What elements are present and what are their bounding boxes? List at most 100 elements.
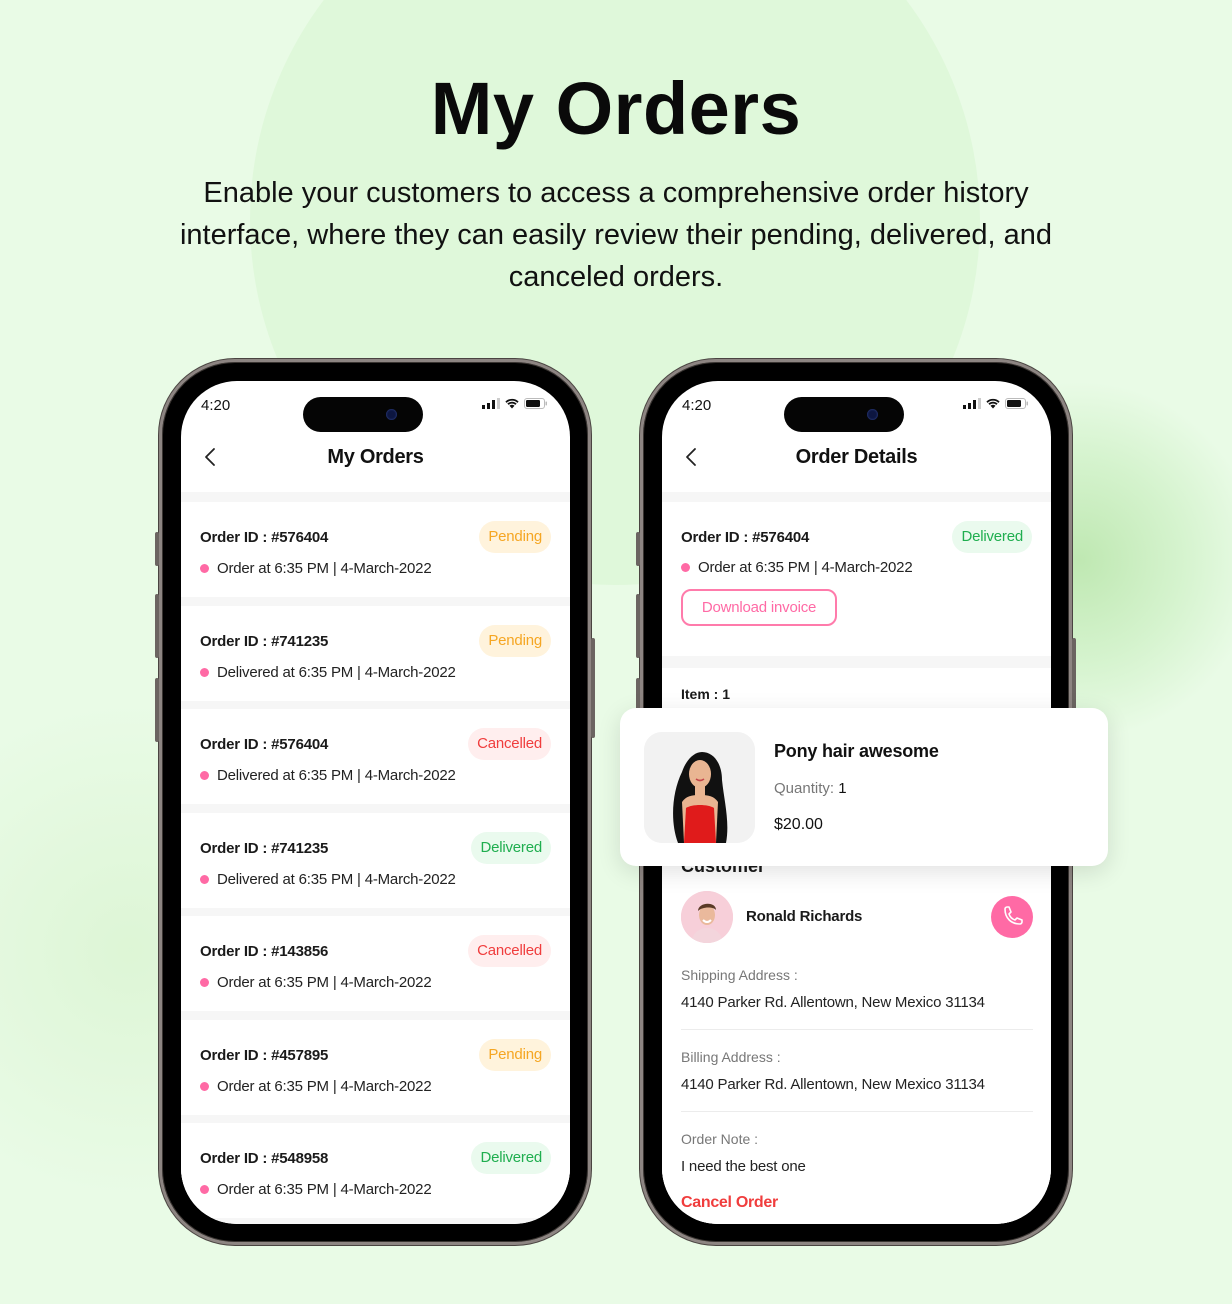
order-card[interactable]: Order ID : #741235 Delivered at 6:35 PM |…	[181, 812, 570, 908]
order-meta-text: Order at 6:35 PM | 4-March-2022	[217, 1181, 432, 1198]
status-dot	[200, 1081, 209, 1091]
status-dot	[200, 1185, 209, 1194]
order-card[interactable]: Order ID : #143856 Order at 6:35 PM | 4-M…	[181, 916, 570, 1011]
status-bar: 4:20	[181, 381, 570, 432]
status-dot	[200, 874, 209, 884]
power-button	[591, 638, 595, 738]
order-id: Order ID : #548958	[200, 1150, 329, 1167]
wifi-icon	[505, 398, 519, 409]
shipping-address-value: 4140 Parker Rd. Allentown, New Mexico 31…	[681, 994, 985, 1011]
quantity-label: Quantity:	[774, 780, 835, 797]
page-title: Order Details	[795, 446, 918, 468]
order-card[interactable]: Order ID : #576404 Delivered at 6:35 PM |…	[181, 709, 570, 804]
order-id: Order ID : #576404	[200, 736, 329, 753]
volume-up-button	[155, 594, 159, 658]
order-list: Order ID : #576404 Order at 6:35 PM | 4-M…	[181, 492, 570, 1224]
action-button	[155, 532, 159, 566]
status-badge: Pending	[479, 624, 551, 657]
signal-icon	[963, 398, 981, 409]
order-id: Order ID : #576404	[681, 529, 810, 546]
dynamic-island	[303, 397, 423, 432]
order-meta-text: Order at 6:35 PM | 4-March-2022	[217, 560, 432, 577]
order-meta: Order at 6:35 PM | 4-March-2022	[200, 1077, 432, 1095]
customer-row: Ronald Richards	[681, 891, 1033, 943]
billing-address-value: 4140 Parker Rd. Allentown, New Mexico 31…	[681, 1076, 985, 1093]
product-image	[644, 732, 755, 843]
order-meta-text: Order at 6:35 PM | 4-March-2022	[217, 1077, 432, 1095]
nav-bar: My Orders	[181, 437, 570, 487]
nav-bar: Order Details	[662, 437, 1051, 487]
order-meta: Order at 6:35 PM | 4-March-2022	[200, 1181, 432, 1198]
status-dot	[681, 563, 690, 572]
status-dot	[200, 667, 209, 677]
status-badge: Cancelled	[468, 935, 551, 967]
status-dot	[200, 564, 209, 573]
page-title: My Orders	[327, 446, 424, 468]
order-id: Order ID : #143856	[200, 943, 329, 960]
screen: 4:20 My Orders Order ID : #576404 Order a…	[181, 381, 570, 1224]
product-price: $20.00	[774, 816, 823, 833]
divider	[681, 1029, 1033, 1030]
status-dot	[200, 978, 209, 987]
order-meta: Order at 6:35 PM | 4-March-2022	[200, 974, 432, 991]
volume-down-button	[155, 678, 159, 742]
order-card[interactable]: Order ID : #457895 Order at 6:35 PM | 4-M…	[181, 1019, 570, 1115]
order-meta: Delivered at 6:35 PM | 4-March-2022	[200, 664, 456, 681]
order-id: Order ID : #741235	[200, 839, 329, 857]
order-card[interactable]: Order ID : #576404 Order at 6:35 PM | 4-M…	[181, 502, 570, 597]
hero-subtitle: Enable your customers to access a compre…	[179, 177, 1053, 293]
order-id: Order ID : #576404	[200, 529, 329, 546]
download-invoice-button[interactable]: Download invoice	[681, 589, 837, 626]
order-meta-text: Order at 6:35 PM | 4-March-2022	[217, 974, 432, 991]
battery-icon	[524, 398, 547, 409]
order-meta: Order at 6:35 PM | 4-March-2022	[200, 560, 432, 577]
order-meta: Delivered at 6:35 PM | 4-March-2022	[200, 767, 456, 784]
person-avatar-icon	[681, 891, 733, 943]
order-note-label: Order Note :	[681, 1131, 759, 1147]
status-badge: Pending	[479, 521, 551, 553]
status-dot	[200, 771, 209, 780]
order-card[interactable]: Order ID : #548958 Order at 6:35 PM | 4-M…	[181, 1123, 570, 1218]
wifi-icon	[986, 398, 1000, 409]
signal-icon	[482, 398, 500, 409]
order-card[interactable]: Order ID : #741235 Delivered at 6:35 PM |…	[181, 605, 570, 701]
status-badge: Pending	[479, 1038, 551, 1071]
items-count: Item : 1	[681, 686, 731, 702]
order-meta-text: Delivered at 6:35 PM | 4-March-2022	[217, 870, 456, 888]
hero-title: My Orders	[430, 67, 802, 150]
call-button[interactable]	[991, 896, 1033, 938]
status-badge: Delivered	[471, 1142, 551, 1174]
product-name: Pony hair awesome	[774, 741, 939, 761]
divider	[681, 1111, 1033, 1112]
order-meta-text: Order at 6:35 PM | 4-March-2022	[698, 559, 913, 576]
status-icons	[482, 398, 548, 409]
action-button	[636, 532, 640, 566]
product-quantity: Quantity: 1	[774, 780, 847, 797]
phone-my-orders: 4:20 My Orders Order ID : #576404 Order a…	[155, 359, 595, 1245]
order-meta-text: Delivered at 6:35 PM | 4-March-2022	[217, 663, 456, 681]
order-id: Order ID : #741235	[200, 632, 329, 650]
status-badge: Delivered	[952, 521, 1032, 553]
camera-icon	[867, 409, 878, 420]
status-bar: 4:20	[662, 381, 1051, 432]
billing-address-label: Billing Address :	[681, 1049, 781, 1065]
product-card[interactable]: Pony hair awesome Quantity: 1 $20.00	[620, 708, 1108, 866]
status-icons	[963, 398, 1029, 409]
dynamic-island	[784, 397, 904, 432]
phone-icon	[1004, 906, 1023, 925]
status-badge: Delivered	[471, 831, 551, 864]
customer-avatar	[681, 891, 733, 943]
cancel-order-button[interactable]: Cancel Order	[681, 1194, 778, 1212]
quantity-value: 1	[838, 780, 847, 797]
order-meta: Delivered at 6:35 PM | 4-March-2022	[200, 871, 456, 888]
shipping-address-label: Shipping Address :	[681, 967, 798, 983]
customer-name: Ronald Richards	[746, 908, 863, 925]
model-image-icon	[644, 732, 755, 843]
battery-icon	[1005, 398, 1028, 409]
status-badge: Cancelled	[468, 728, 551, 760]
status-time: 4:20	[201, 397, 231, 414]
order-meta: Order at 6:35 PM | 4-March-2022	[681, 559, 913, 576]
camera-icon	[386, 409, 397, 420]
volume-up-button	[636, 594, 640, 658]
order-meta-text: Delivered at 6:35 PM | 4-March-2022	[217, 767, 456, 784]
